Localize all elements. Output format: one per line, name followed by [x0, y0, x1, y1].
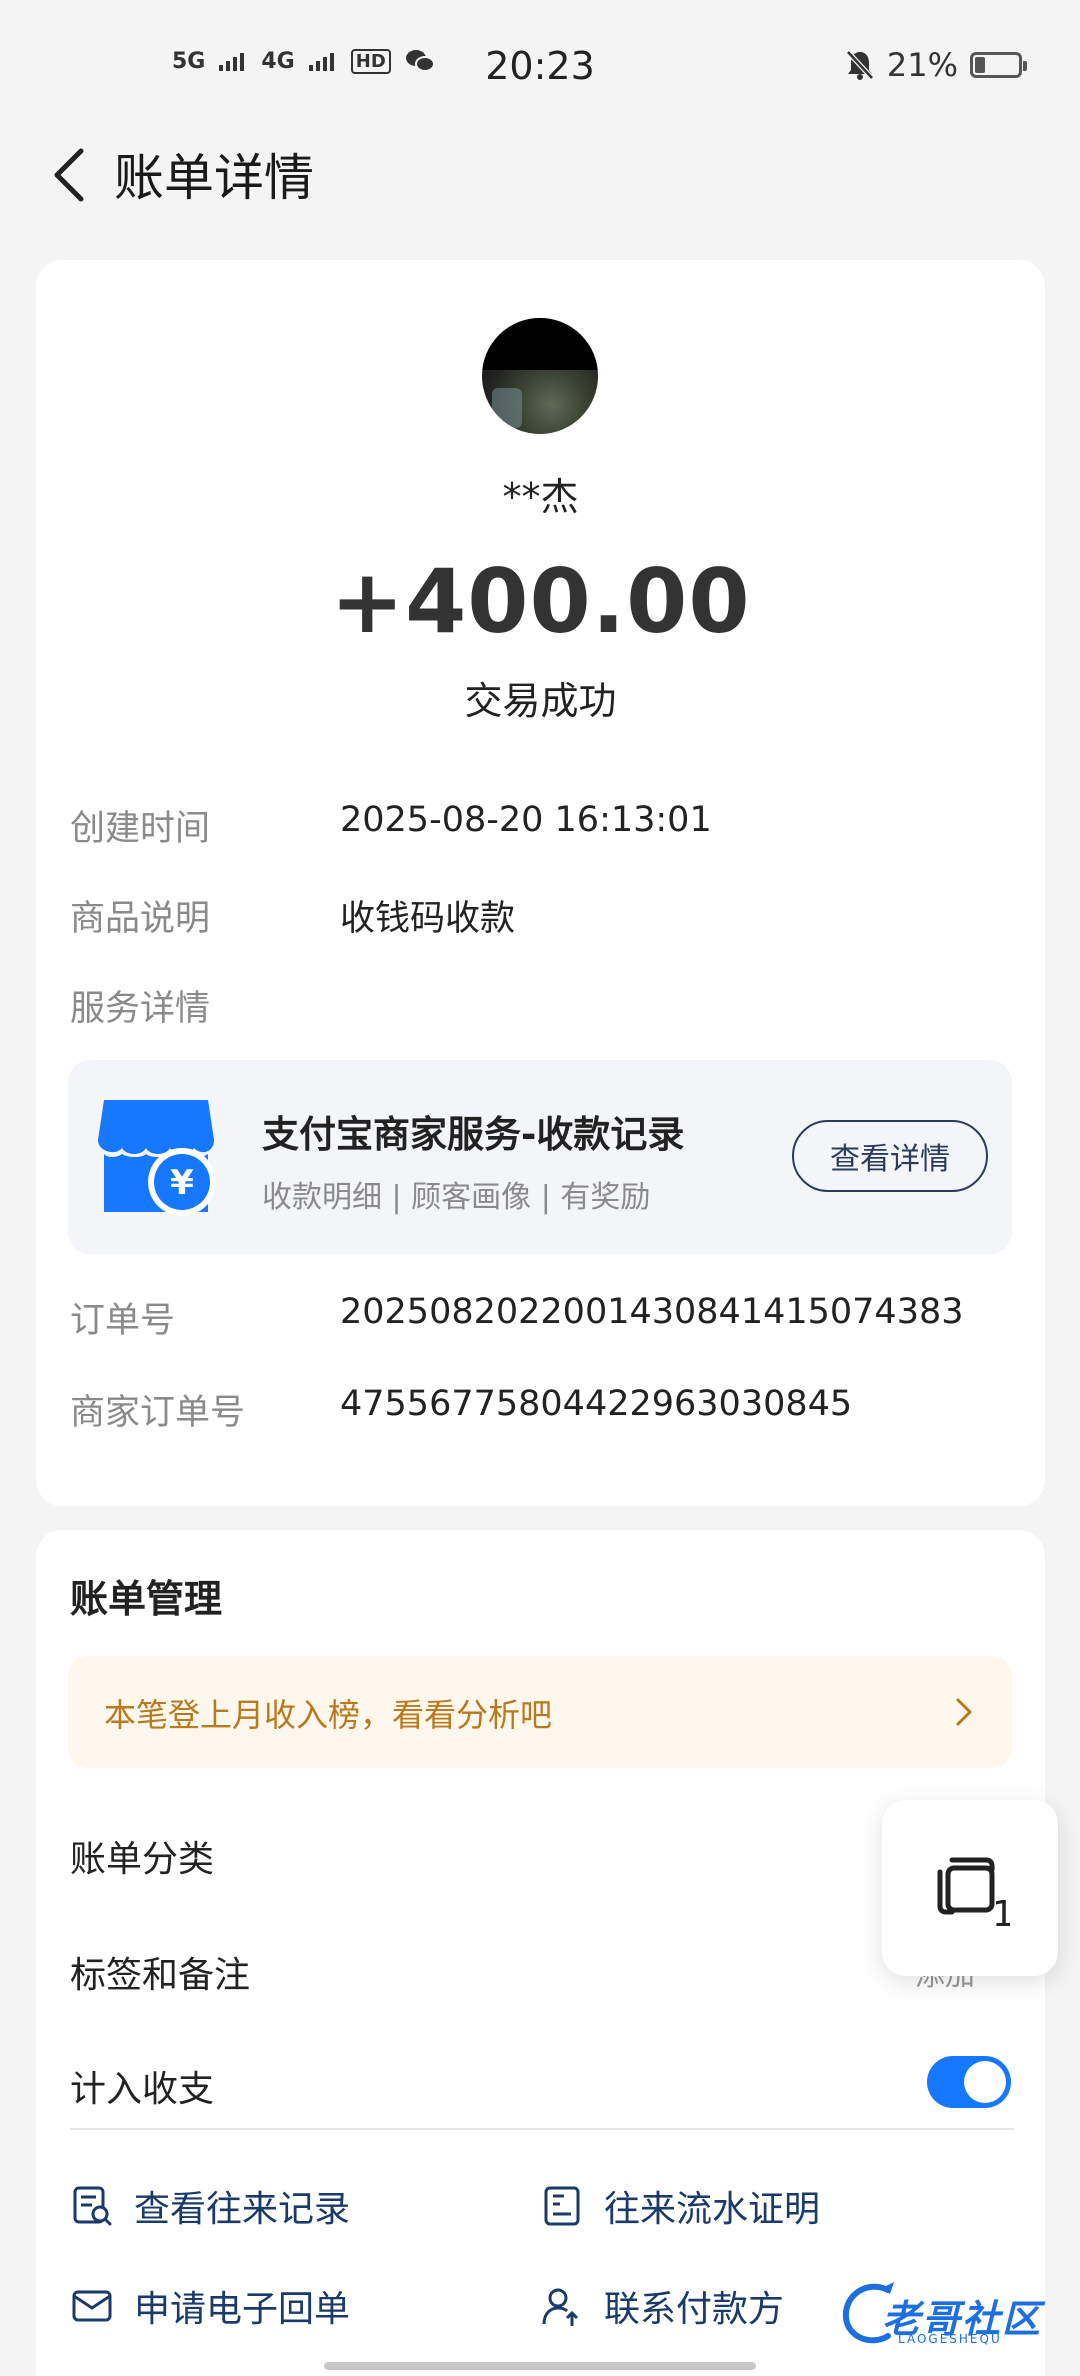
transaction-card: **杰 +400.00 交易成功 创建时间 2025-08-20 16:13:0… — [36, 260, 1045, 1506]
merchant-order-value[interactable]: 47556775804422963030845 — [340, 1384, 852, 1424]
mute-bell-icon — [846, 50, 874, 80]
order-number-label: 订单号 — [70, 1301, 176, 1341]
battery-icon — [970, 52, 1027, 78]
mail-icon — [72, 2290, 112, 2322]
income-rank-banner[interactable]: 本笔登上月收入榜，看看分析吧 — [68, 1656, 1012, 1768]
merchant-service-card[interactable]: ¥ 支付宝商家服务-收款记录 收款明细 | 顾客画像 | 有奖励 查看详情 — [68, 1060, 1012, 1254]
user-contact-icon — [542, 2288, 579, 2326]
stacked-windows-icon: 1 — [937, 1857, 1010, 1932]
status-right: 21% — [845, 46, 1027, 84]
battery-percent: 21% — [886, 46, 958, 84]
contact-payer-action[interactable]: 联系付款方 — [540, 2280, 784, 2332]
e-receipt-action[interactable]: 申请电子回单 — [70, 2280, 350, 2332]
chevron-left-icon — [54, 148, 84, 202]
toggle-knob — [964, 2061, 1006, 2103]
merchant-order-label: 商家订单号 — [70, 1393, 246, 1433]
bill-category-row[interactable]: 账单分类 — [70, 1830, 214, 1882]
service-details-label: 服务详情 — [70, 989, 211, 1029]
records-search-icon — [73, 2186, 112, 2226]
description-value: 收钱码收款 — [340, 899, 516, 939]
store-yuan-icon: ¥ — [98, 1100, 216, 1216]
svg-text:¥: ¥ — [170, 1163, 194, 1203]
watermark-logo: 老哥社区 LAOGESHEQU — [838, 2276, 1068, 2356]
income-rank-text: 本笔登上月收入榜，看看分析吧 — [104, 1696, 553, 1734]
statement-proof-label: 往来流水证明 — [604, 2189, 821, 2230]
tags-notes-row[interactable]: 标签和备注 — [70, 1946, 250, 1998]
payer-name: **杰 — [502, 475, 579, 519]
description-label: 商品说明 — [70, 899, 211, 939]
created-time-label: 创建时间 — [70, 809, 211, 849]
divider — [70, 2128, 1014, 2130]
back-button[interactable] — [34, 140, 104, 210]
header: 账单详情 — [0, 120, 1080, 220]
floating-window-count: 1 — [992, 1894, 1010, 1932]
include-in-stats-label: 计入收支 — [70, 2069, 215, 2110]
service-subtitle: 收款明细 | 顾客画像 | 有奖励 — [262, 1180, 651, 1215]
order-number-value[interactable]: 2025082022001430841415074383 — [340, 1292, 964, 1332]
created-time-value: 2025-08-20 16:13:01 — [340, 800, 712, 840]
view-records-label: 查看往来记录 — [134, 2189, 351, 2230]
contact-payer-label: 联系付款方 — [604, 2289, 785, 2330]
watermark-subtext: LAOGESHEQU — [898, 2332, 1002, 2346]
view-records-action[interactable]: 查看往来记录 — [70, 2180, 350, 2232]
e-receipt-label: 申请电子回单 — [134, 2289, 351, 2330]
chevron-right-icon — [956, 1698, 972, 1726]
home-indicator[interactable] — [324, 2362, 756, 2370]
bill-management-title: 账单管理 — [70, 1577, 223, 1621]
include-in-stats-toggle[interactable] — [927, 2056, 1011, 2108]
transaction-status: 交易成功 — [464, 679, 617, 723]
document-icon — [544, 2186, 580, 2226]
status-bar: 5G 4G HD 20:23 21% — [0, 0, 1080, 136]
avatar[interactable] — [482, 318, 598, 434]
amount: +400.00 — [330, 550, 751, 653]
view-details-button[interactable]: 查看详情 — [792, 1120, 988, 1192]
statement-proof-action[interactable]: 往来流水证明 — [540, 2180, 820, 2232]
service-title: 支付宝商家服务-收款记录 — [262, 1113, 685, 1156]
floating-window-button[interactable]: 1 — [882, 1800, 1058, 1976]
page-title: 账单详情 — [114, 149, 314, 207]
